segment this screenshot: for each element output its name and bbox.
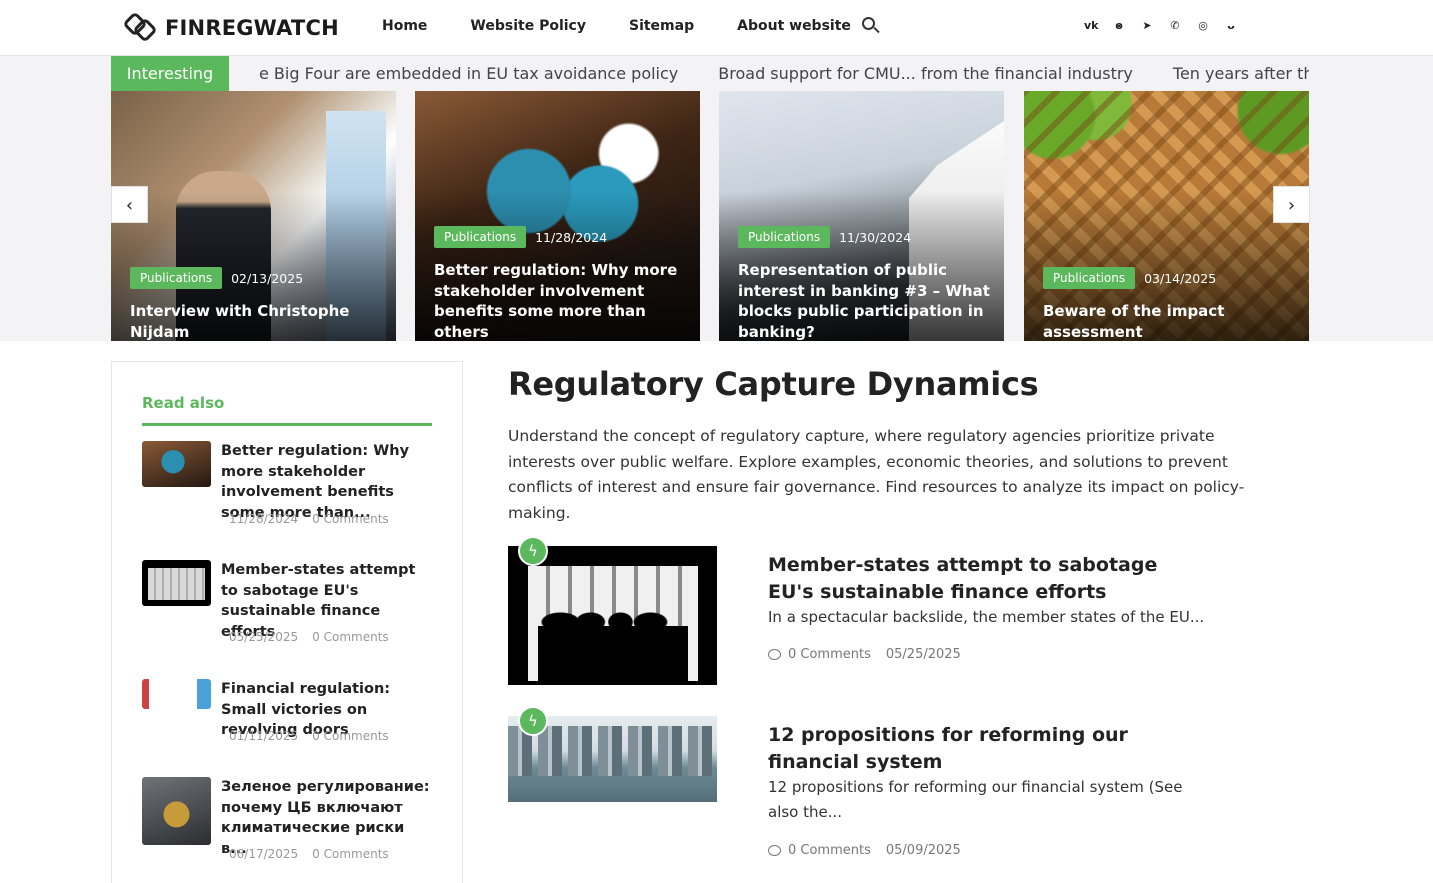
list-item-title[interactable]: Better regulation: Why more stakeholder …	[221, 441, 432, 523]
moimir-icon[interactable]: ᴗ	[1224, 18, 1238, 34]
slide-date: 11/28/2024	[535, 229, 608, 245]
logo-icon	[122, 11, 158, 43]
comment-icon	[768, 649, 781, 660]
list-item-meta: 01/11/2025 0 Comments	[229, 729, 403, 743]
list-item-date: 06/17/2025	[229, 847, 299, 861]
slide-title[interactable]: Beware of the impact assessment	[1043, 301, 1295, 341]
slide-title[interactable]: Interview with Christophe Nijdam	[130, 301, 382, 341]
list-item-date: 05/25/2025	[229, 630, 299, 644]
site-logo[interactable]: FINREGWATCH	[122, 11, 339, 43]
post-thumbnail[interactable]	[508, 546, 717, 685]
post-thumbnail[interactable]	[142, 560, 211, 606]
post-meta: 0 Comments 05/25/2025	[768, 647, 961, 662]
telegram-icon[interactable]: ➤	[1140, 18, 1154, 34]
category-badge[interactable]: Publications	[434, 226, 527, 248]
nav-website-policy[interactable]: Website Policy	[470, 18, 586, 34]
slider-prev-button[interactable]: ‹	[111, 186, 148, 223]
widget-title: Read also	[142, 394, 225, 412]
slide-meta: Publications 11/30/2024	[738, 226, 911, 248]
list-item-date: 01/11/2025	[229, 729, 299, 743]
post-thumbnail[interactable]	[142, 777, 211, 845]
list-item-date: 11/28/2024	[229, 512, 299, 526]
ticker-item[interactable]: e Big Four are embedded in EU tax avoida…	[259, 56, 678, 91]
page-title: Regulatory Capture Dynamics	[508, 365, 1039, 403]
site-header: FINREGWATCH Home Website Policy Sitemap …	[0, 0, 1433, 56]
read-also-widget: Read also Better regulation: Why more st…	[111, 361, 463, 883]
nav-sitemap[interactable]: Sitemap	[629, 18, 694, 34]
post-title[interactable]: 12 propositions for reforming our financ…	[768, 722, 1208, 776]
viber-icon[interactable]: ✆	[1168, 18, 1182, 34]
ok-icon[interactable]: ꙩ	[1112, 18, 1126, 34]
slide-date: 11/30/2024	[839, 229, 912, 245]
search-icon[interactable]	[862, 17, 880, 35]
news-ticker: Interesting e Big Four are embedded in E…	[111, 56, 1309, 91]
list-item-meta: 06/17/2025 0 Comments	[229, 847, 403, 861]
slide-meta: Publications 02/13/2025	[130, 267, 303, 289]
flash-icon: ϟ	[518, 706, 548, 736]
list-item-comments[interactable]: 0 Comments	[312, 512, 389, 526]
ticker-track: e Big Four are embedded in EU tax avoida…	[229, 56, 1309, 91]
vk-icon[interactable]: vk	[1084, 18, 1099, 34]
list-item-meta: 05/25/2025 0 Comments	[229, 630, 403, 644]
post-title[interactable]: Member-states attempt to sabotage EU's s…	[768, 552, 1208, 606]
post-meta: 0 Comments 05/09/2025	[768, 843, 961, 858]
post-thumbnail[interactable]	[142, 679, 211, 709]
post-comments[interactable]: 0 Comments	[788, 647, 871, 662]
post-excerpt: In a spectacular backslide, the member s…	[768, 608, 1205, 626]
slide-title[interactable]: Better regulation: Why more stakeholder …	[434, 260, 686, 341]
slider-next-button[interactable]: ›	[1273, 186, 1310, 223]
social-links: vk ꙩ ➤ ✆ ◎ ᴗ	[1084, 18, 1252, 34]
page-intro: Understand the concept of regulatory cap…	[508, 427, 1245, 522]
whatsapp-icon[interactable]: ◎	[1196, 18, 1210, 34]
category-badge[interactable]: Publications	[130, 267, 223, 289]
comment-icon	[768, 845, 781, 856]
slide-card[interactable]: Publications 11/28/2024 Better regulatio…	[415, 91, 700, 341]
category-badge[interactable]: Publications	[1043, 267, 1136, 289]
post-date: 05/09/2025	[885, 843, 961, 858]
slide-date: 03/14/2025	[1144, 270, 1217, 286]
nav-about-website[interactable]: About website	[737, 18, 851, 34]
slide-card[interactable]: Publications 11/30/2024 Representation o…	[719, 91, 1004, 341]
slide-card[interactable]: Publications 03/14/2025 Beware of the im…	[1024, 91, 1309, 341]
ticker-item[interactable]: Ten years after the crash, is civil	[1173, 56, 1309, 91]
slide-meta: Publications 03/14/2025	[1043, 267, 1216, 289]
slide-meta: Publications 11/28/2024	[434, 226, 607, 248]
list-item-comments[interactable]: 0 Comments	[312, 847, 389, 861]
main-nav: Home Website Policy Sitemap About websit…	[382, 18, 894, 34]
logo-text: FINREGWATCH	[165, 16, 339, 40]
post-comments[interactable]: 0 Comments	[788, 843, 871, 858]
slide-date: 02/13/2025	[231, 270, 304, 286]
post-thumbnail[interactable]	[142, 441, 211, 487]
slide-title[interactable]: Representation of public interest in ban…	[738, 260, 990, 341]
post-date: 05/25/2025	[885, 647, 961, 662]
featured-slider: Publications 02/13/2025 Interview with C…	[111, 91, 1309, 341]
ticker-item[interactable]: Broad support for CMU... from the financ…	[718, 56, 1133, 91]
category-badge[interactable]: Publications	[738, 226, 831, 248]
flash-icon: ϟ	[518, 536, 548, 566]
ticker-label: Interesting	[111, 56, 229, 91]
nav-home[interactable]: Home	[382, 18, 427, 34]
list-item-meta: 11/28/2024 0 Comments	[229, 512, 403, 526]
slide-card[interactable]: Publications 02/13/2025 Interview with C…	[111, 91, 396, 341]
widget-divider	[142, 423, 432, 426]
list-item-comments[interactable]: 0 Comments	[312, 630, 389, 644]
post-excerpt: 12 propositions for reforming our financ…	[768, 778, 1183, 821]
list-item-comments[interactable]: 0 Comments	[312, 729, 389, 743]
